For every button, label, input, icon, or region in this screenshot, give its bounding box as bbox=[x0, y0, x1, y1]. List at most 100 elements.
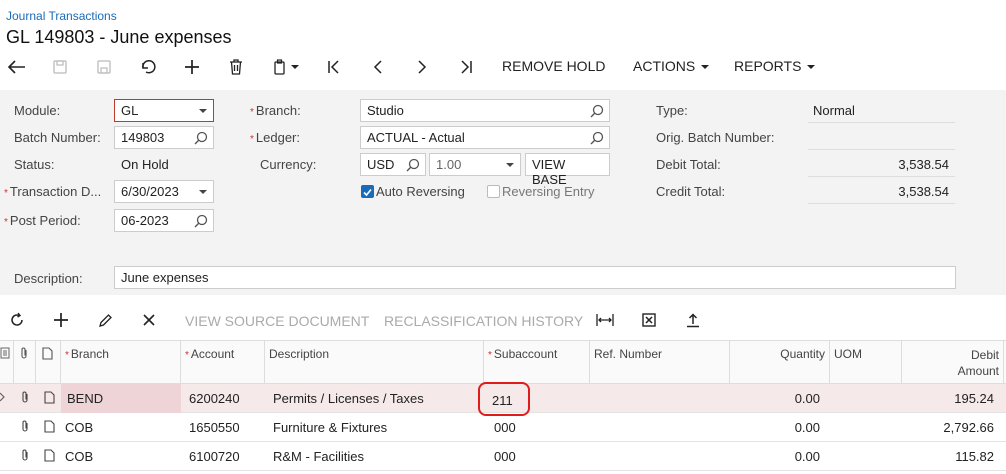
currency-rate-select[interactable]: 1.00 bbox=[429, 153, 521, 176]
dropdown-arrow-icon bbox=[199, 109, 207, 113]
last-record-icon[interactable] bbox=[453, 55, 479, 79]
delete-row-icon[interactable] bbox=[137, 308, 161, 332]
cell-quantity[interactable]: 0.00 bbox=[730, 442, 826, 471]
search-icon[interactable] bbox=[590, 131, 604, 145]
cell-debit-amount[interactable]: 2,792.66 bbox=[902, 413, 1000, 442]
cell-quantity[interactable]: 0.00 bbox=[730, 413, 826, 442]
credit-total-label: Credit Total: bbox=[656, 184, 726, 199]
search-icon[interactable] bbox=[194, 131, 208, 145]
cell-debit-amount[interactable]: 195.24 bbox=[902, 384, 1000, 413]
actions-menu[interactable]: ACTIONS bbox=[633, 58, 710, 74]
file-icon[interactable] bbox=[42, 442, 60, 471]
file-icon[interactable] bbox=[42, 413, 60, 442]
attachment-icon[interactable] bbox=[18, 442, 36, 471]
module-select[interactable]: GL bbox=[114, 99, 214, 122]
transaction-date-value: 6/30/2023 bbox=[121, 184, 179, 199]
cell-account[interactable]: 6100720 bbox=[183, 442, 265, 471]
cell-account[interactable]: 6200240 bbox=[183, 384, 265, 413]
summary-form: Module: GL Batch Number: 149803 Status: … bbox=[0, 90, 1006, 295]
reclassification-history-button[interactable]: RECLASSIFICATION HISTORY bbox=[384, 313, 583, 329]
file-icon[interactable] bbox=[42, 384, 60, 413]
cell-description[interactable]: R&M - Facilities bbox=[267, 442, 484, 471]
attachment-icon[interactable] bbox=[18, 384, 36, 413]
fit-columns-icon[interactable] bbox=[593, 308, 617, 332]
type-label: Type: bbox=[656, 103, 688, 118]
currency-field[interactable]: USD bbox=[360, 153, 426, 176]
table-row[interactable]: COB 6100720 R&M - Facilities 000 0.00 11… bbox=[0, 442, 1006, 471]
description-label: Description: bbox=[14, 271, 83, 286]
export-excel-icon[interactable] bbox=[637, 308, 661, 332]
cell-description[interactable]: Permits / Licenses / Taxes bbox=[267, 384, 484, 413]
cell-uom[interactable] bbox=[832, 384, 902, 413]
page-title: GL 149803 - June expenses bbox=[6, 27, 232, 47]
post-period-label: * Post Period: bbox=[4, 213, 81, 228]
search-icon[interactable] bbox=[590, 104, 604, 118]
breadcrumb[interactable]: Journal Transactions bbox=[6, 9, 117, 23]
reversing-entry-checkbox[interactable] bbox=[487, 185, 500, 198]
cell-debit-amount[interactable]: 115.82 bbox=[902, 442, 1000, 471]
edit-pencil-icon[interactable] bbox=[93, 308, 117, 332]
column-header-quantity[interactable]: Quantity bbox=[730, 341, 830, 385]
copy-paste-icon[interactable] bbox=[268, 55, 304, 79]
add-row-icon[interactable] bbox=[49, 308, 73, 332]
ledger-label: * Ledger: bbox=[250, 130, 300, 145]
cell-subaccount[interactable]: 000 bbox=[488, 413, 590, 442]
auto-reversing-checkbox[interactable] bbox=[361, 185, 374, 198]
cell-ref-number[interactable] bbox=[592, 413, 730, 442]
column-header-subaccount[interactable]: * Subaccount bbox=[484, 341, 590, 385]
column-header-branch[interactable]: * Branch bbox=[61, 341, 181, 385]
save-icon[interactable] bbox=[47, 55, 73, 79]
transaction-date-field[interactable]: 6/30/2023 bbox=[114, 180, 214, 203]
cell-uom[interactable] bbox=[832, 413, 902, 442]
column-header-description[interactable]: Description bbox=[265, 341, 484, 385]
first-record-icon[interactable] bbox=[321, 55, 347, 79]
description-field[interactable]: June expenses bbox=[114, 266, 956, 289]
view-base-button[interactable]: VIEW BASE bbox=[525, 153, 610, 187]
divider bbox=[808, 149, 955, 150]
annotation-highlight-ring bbox=[478, 382, 530, 416]
column-header-ref-number[interactable]: Ref. Number bbox=[590, 341, 730, 385]
cell-ref-number[interactable] bbox=[592, 442, 730, 471]
column-header-debit-amount[interactable]: Debit Amount bbox=[902, 341, 1004, 385]
cell-subaccount[interactable]: 000 bbox=[488, 442, 590, 471]
remove-hold-button[interactable]: REMOVE HOLD bbox=[502, 58, 605, 74]
cell-ref-number[interactable] bbox=[592, 384, 730, 413]
view-source-document-button[interactable]: VIEW SOURCE DOCUMENT bbox=[185, 313, 369, 329]
divider bbox=[808, 122, 955, 123]
delete-icon[interactable] bbox=[223, 55, 249, 79]
attachment-icon[interactable] bbox=[18, 413, 36, 442]
cell-branch[interactable]: BEND bbox=[61, 384, 181, 413]
add-icon[interactable] bbox=[179, 55, 205, 79]
post-period-field[interactable]: 06-2023 bbox=[114, 209, 214, 232]
orig-batch-label: Orig. Batch Number: bbox=[656, 130, 775, 145]
cell-account[interactable]: 1650550 bbox=[183, 413, 265, 442]
currency-rate-value: 1.00 bbox=[436, 157, 462, 172]
grid-header: * Branch * Account Description * Subaccount… bbox=[0, 340, 1006, 385]
upload-icon[interactable] bbox=[681, 308, 705, 332]
next-record-icon[interactable] bbox=[409, 55, 435, 79]
cell-quantity[interactable]: 0.00 bbox=[730, 384, 826, 413]
cell-branch[interactable]: COB bbox=[59, 442, 179, 471]
auto-reversing-label: Auto Reversing bbox=[376, 184, 465, 199]
cell-uom[interactable] bbox=[832, 442, 902, 471]
cell-description[interactable]: Furniture & Fixtures bbox=[267, 413, 484, 442]
description-value: June expenses bbox=[121, 270, 209, 285]
search-icon[interactable] bbox=[194, 214, 208, 228]
refresh-icon[interactable] bbox=[5, 308, 29, 332]
ledger-field[interactable]: ACTUAL - Actual bbox=[360, 126, 610, 149]
save-close-icon[interactable] bbox=[91, 55, 117, 79]
previous-record-icon[interactable] bbox=[365, 55, 391, 79]
back-arrow-icon[interactable] bbox=[4, 55, 30, 79]
column-header-account[interactable]: * Account bbox=[181, 341, 265, 385]
undo-icon[interactable] bbox=[135, 55, 161, 79]
status-value: On Hold bbox=[121, 157, 169, 172]
actions-label: ACTIONS bbox=[633, 58, 696, 74]
search-icon[interactable] bbox=[406, 158, 420, 172]
reports-menu[interactable]: REPORTS bbox=[734, 58, 816, 74]
table-row[interactable]: COB 1650550 Furniture & Fixtures 000 0.0… bbox=[0, 413, 1006, 442]
cell-branch[interactable]: COB bbox=[59, 413, 179, 442]
branch-field[interactable]: Studio bbox=[360, 99, 610, 122]
column-header-uom[interactable]: UOM bbox=[830, 341, 902, 385]
batch-number-value: 149803 bbox=[121, 130, 165, 145]
batch-number-field[interactable]: 149803 bbox=[114, 126, 214, 149]
